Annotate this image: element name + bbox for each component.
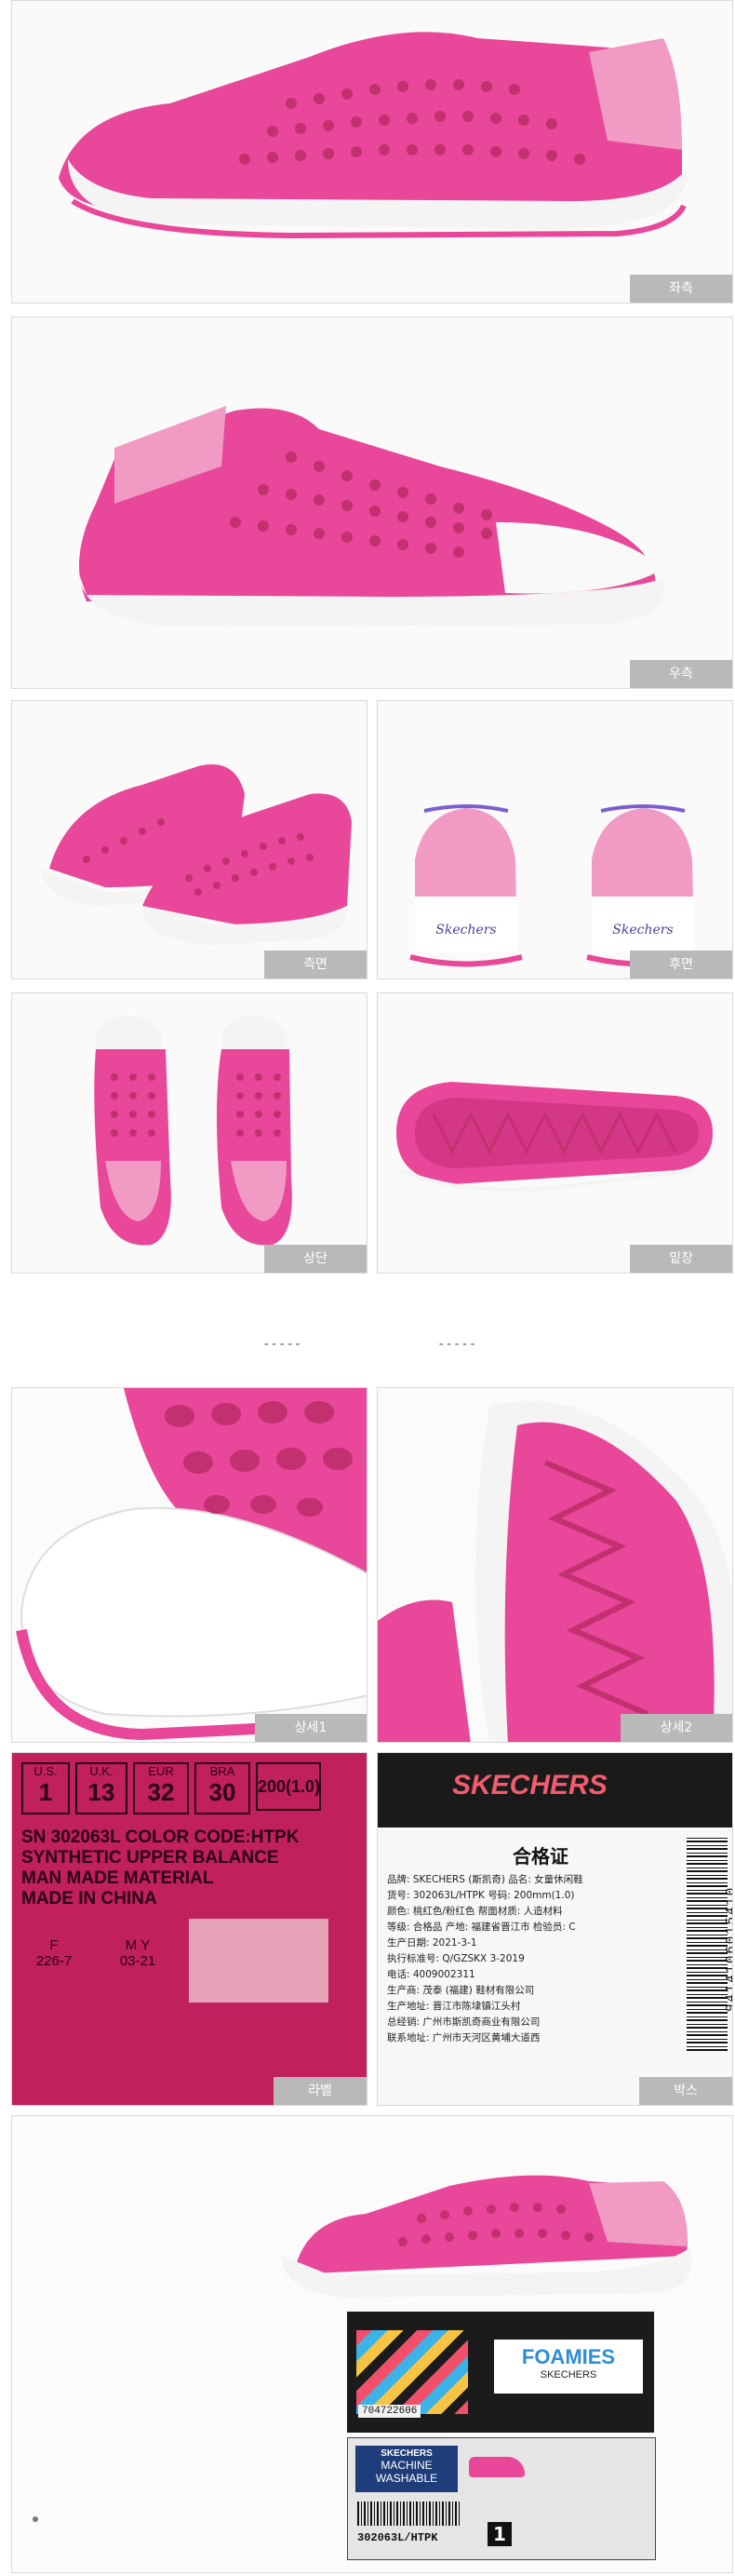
wash-line2: WASHABLE: [375, 2472, 438, 2485]
box-row-5: 执行标准号: Q/GZSKX 3-2019: [387, 1953, 525, 1964]
foamies-logo: FOAMIES SKECHERS: [494, 2340, 643, 2394]
photo-left-view: 좌측: [11, 0, 733, 303]
barcode-number: 9414106015410: [724, 1885, 733, 2012]
photo-side-view: 측면: [11, 700, 368, 979]
box-row-1: 货号: 302063L/HTPK 号码: 200mm(1.0): [387, 1890, 575, 1901]
size-value-bra: 30: [208, 1778, 236, 1806]
box-row-6: 电话: 4009002311: [387, 1969, 475, 1980]
label-detail1-tag: 상세1: [255, 1714, 367, 1742]
wash-line1: MACHINE: [381, 2459, 433, 2472]
box-row-8: 生产地址: 晋江市陈埭镇江头村: [387, 2001, 521, 2012]
photo-detail-1: 상세1: [11, 1387, 368, 1743]
size-header-eur: EUR: [148, 1764, 174, 1778]
photo-detail-2: 상세2: [377, 1387, 733, 1743]
label-footer-my: M Y: [125, 1937, 151, 1953]
box-row-9: 总经销: 广州市斯凯奇商业有限公司: [387, 2016, 541, 2028]
wash-title: SKECHERS: [381, 2448, 433, 2459]
size-value-eur: 32: [147, 1778, 175, 1806]
shoe-back-image: Skechers Skechers: [409, 804, 700, 967]
label-footer-f-value: 226-7: [35, 1953, 73, 1969]
label-side-tag: 측면: [264, 951, 367, 978]
box-row-7: 生产商: 茂泰 (福建) 鞋材有限公司: [387, 1985, 535, 1996]
box-row-0: 品牌: SKECHERS (斯凯奇) 品名: 女童休闲鞋: [387, 1874, 583, 1885]
box-brand-text: SKECHERS: [452, 1770, 608, 1801]
shoe-right-image: [77, 406, 664, 627]
lower-shoe-thumb: [469, 2457, 525, 2477]
shoe-left-image: [59, 32, 687, 239]
photo-shoe-on-boxes: 704722606 FOAMIES SKECHERS SKECHERS MACH…: [11, 2115, 733, 2573]
label-top-tag: 상단: [264, 1245, 367, 1273]
lower-box-code: 302063L/HTPK: [357, 2531, 438, 2544]
label-box-tag: 박스: [639, 2077, 732, 2105]
box-row-3: 等级: 合格品 产地: 福建省晋江市 检验员: C: [387, 1922, 576, 1933]
foamies-brand: FOAMIES: [521, 2345, 616, 2368]
shoe-side-image: [40, 764, 352, 945]
label-swatch: [189, 1919, 328, 2003]
size-label-card: U.S. 1 U.K. 13 EUR 32 BRA 30 200(1.0) SN…: [21, 1762, 366, 2105]
wash-badge: SKECHERS MACHINE WASHABLE: [355, 2446, 458, 2492]
label-footer-f: F: [49, 1937, 59, 1953]
shoe-detail1-image: [12, 1388, 367, 1742]
lower-barcode: [357, 2502, 460, 2526]
foamies-sub: SKECHERS: [540, 2369, 597, 2380]
label-back-tag: 후면: [630, 951, 732, 978]
box-row-2: 颜色: 桃红色/粉红色 帮面材质: 人造材料: [387, 1906, 563, 1917]
photo-sole-view: 밑창: [377, 992, 733, 1274]
label-sole-tag: 밑창: [630, 1245, 732, 1273]
box-row-10: 联系地址: 广州市天河区黄埔大道西: [387, 2032, 541, 2043]
lower-box: SKECHERS MACHINE WASHABLE 302063L/HTPK 1: [347, 2437, 656, 2560]
label-line-3: MAN MADE MATERIAL: [21, 1868, 214, 1888]
size-value-mm: 200(1.0): [258, 1777, 321, 1796]
corner-dot: [33, 2516, 38, 2522]
photo-back-view: Skechers Skechers 후면: [377, 700, 733, 979]
separator-2: -----: [437, 1337, 477, 1352]
separator-1: -----: [262, 1337, 302, 1352]
size-header-bra: BRA: [209, 1764, 235, 1778]
shoe-detail2-image: [378, 1388, 732, 1742]
foamies-upc: 704722606: [358, 2405, 421, 2418]
box-cert-rows: 品牌: SKECHERS (斯凯奇) 品名: 女童休闲鞋 货号: 302063L…: [387, 1872, 675, 2046]
shoe-sole-image: [396, 1082, 713, 1192]
size-value-uk: 13: [87, 1778, 115, 1806]
label-line-1: SN 302063L COLOR CODE:HTPK: [21, 1827, 300, 1847]
label-detail2-tag: 상세2: [621, 1714, 732, 1742]
photo-label: U.S. 1 U.K. 13 EUR 32 BRA 30 200(1.0) SN…: [11, 1752, 368, 2106]
label-line-4: MADE IN CHINA: [21, 1889, 157, 1908]
foamies-box: 704722606 FOAMIES SKECHERS: [347, 2312, 654, 2433]
label-line-2: SYNTHETIC UPPER BALANCE: [21, 1848, 279, 1868]
photo-top-view: 상단: [11, 992, 368, 1274]
svg-text:Skechers: Skechers: [612, 923, 673, 937]
label-left-tag: 좌측: [630, 275, 732, 303]
svg-text:Skechers: Skechers: [435, 923, 496, 937]
size-header-us: U.S.: [33, 1764, 58, 1778]
lower-box-size: 1: [488, 2522, 512, 2546]
photo-box: SKECHERS 合格证 品牌: SKECHERS (斯凯奇) 品名: 女童休闲…: [377, 1752, 733, 2106]
box-row-4: 生产日期: 2021-3-1: [387, 1937, 477, 1949]
box-cert-title: 合格证: [513, 1845, 568, 1868]
label-label-tag: 라벨: [274, 2077, 367, 2105]
box-brand-strip: SKECHERS: [378, 1753, 732, 1827]
size-header-uk: U.K.: [89, 1764, 114, 1778]
label-footer-my-value: 03-21: [119, 1953, 156, 1969]
photo-right-view: 우측: [11, 317, 733, 689]
barcode: [687, 1837, 728, 2051]
size-value-us: 1: [38, 1778, 53, 1806]
label-right-tag: 우측: [630, 660, 732, 688]
shoe-top-image: [94, 1016, 292, 1246]
foamies-stripes: [356, 2330, 468, 2414]
